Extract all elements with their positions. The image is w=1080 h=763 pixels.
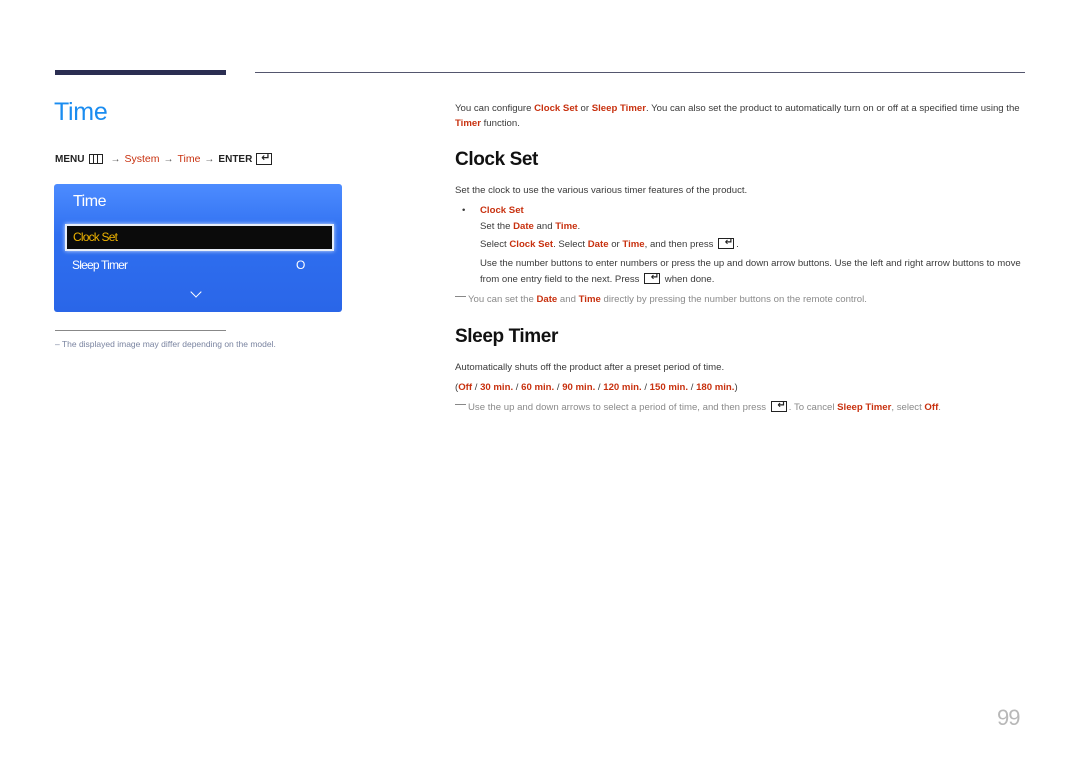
option: 120 min. xyxy=(603,382,642,393)
keyword: Clock Set xyxy=(509,239,554,250)
keyword: Date xyxy=(536,294,558,305)
enter-label: ENTER xyxy=(218,153,253,165)
enter-icon xyxy=(770,398,787,413)
keyword: Time xyxy=(578,294,601,305)
note-dash-icon xyxy=(455,404,466,405)
text: and xyxy=(557,294,579,305)
clock-set-line-3: Use the number buttons to enter numbers … xyxy=(480,256,1030,287)
sleep-timer-options: (Off / 30 min. / 60 min. / 90 min. / 120… xyxy=(455,382,738,393)
keyword: Date xyxy=(587,239,609,250)
menu-path-time: Time xyxy=(177,153,201,165)
keyword: Time xyxy=(555,221,578,232)
menu-path-breadcrumb: MENU → System → Time → ENTER ↵ xyxy=(55,152,273,165)
keyword: Date xyxy=(513,221,534,232)
osd-title: Time xyxy=(73,193,106,210)
image-disclaimer-note: – The displayed image may differ dependi… xyxy=(55,339,276,349)
osd-item-clock-set[interactable]: Clock Set xyxy=(65,224,334,251)
option: 180 min. xyxy=(696,382,735,393)
osd-time-menu: Time Clock Set Sleep Timer O xyxy=(54,184,342,312)
text: Use the number buttons to enter numbers … xyxy=(480,258,1021,285)
keyword: Sleep Timer xyxy=(837,402,892,413)
option: 150 min. xyxy=(649,382,689,393)
text: , and then press xyxy=(644,239,717,250)
header-rule-thin xyxy=(255,72,1025,73)
arrow-icon: → xyxy=(110,153,121,165)
option: 30 min. xyxy=(480,382,514,393)
clock-set-description: Set the clock to use the various various… xyxy=(455,185,748,196)
bullet-title: Clock Set xyxy=(480,205,524,216)
text: Use the up and down arrows to select a p… xyxy=(468,402,769,413)
text: . xyxy=(736,239,739,250)
enter-icon xyxy=(644,270,661,285)
text: You can set the xyxy=(468,294,537,305)
arrow-icon: → xyxy=(163,153,174,165)
text: Set the xyxy=(480,221,514,232)
menu-icon xyxy=(89,154,104,164)
text: . You can also set the product to automa… xyxy=(645,103,1020,114)
keyword: Time xyxy=(622,239,645,250)
text: and xyxy=(533,221,556,232)
text: or xyxy=(577,103,592,114)
clock-set-line-2: Select Clock Set. Select Date or Time, a… xyxy=(480,235,1030,252)
option: Off xyxy=(458,382,473,393)
clock-set-line-1: Set the Date and Time. xyxy=(480,219,1030,234)
text: . xyxy=(938,402,941,413)
note-divider xyxy=(55,330,226,331)
page-number: 99 xyxy=(997,705,1021,730)
sleep-timer-heading: Sleep Timer xyxy=(455,326,558,347)
page-title: Time xyxy=(54,98,108,126)
osd-item-label: Clock Set xyxy=(73,230,118,244)
option: 60 min. xyxy=(521,382,555,393)
bullet-icon: • xyxy=(462,205,466,216)
note-dash-icon xyxy=(455,296,466,297)
sleep-timer-description: Automatically shuts off the product afte… xyxy=(455,362,725,373)
text: Select xyxy=(480,239,510,250)
arrow-icon: → xyxy=(204,153,215,165)
text: directly by pressing the number buttons … xyxy=(600,294,867,305)
chevron-down-icon[interactable] xyxy=(190,286,202,298)
keyword: Clock Set xyxy=(534,103,578,114)
enter-icon xyxy=(718,235,735,250)
text: . Select xyxy=(553,239,588,250)
text: . xyxy=(577,221,581,232)
text: . To cancel xyxy=(788,402,838,413)
clock-set-note: You can set the Date and Time directly b… xyxy=(455,292,1030,307)
keyword: Off xyxy=(924,402,939,413)
clock-set-heading: Clock Set xyxy=(455,149,538,170)
text: when done. xyxy=(662,273,715,285)
option: 90 min. xyxy=(562,382,596,393)
enter-icon: ↵ xyxy=(256,152,273,165)
osd-item-value: O xyxy=(296,258,306,272)
text: , select xyxy=(891,402,925,413)
intro-paragraph: You can configure Clock Set or Sleep Tim… xyxy=(455,101,1030,131)
menu-path-system: System xyxy=(124,153,160,165)
keyword: Sleep Timer xyxy=(591,103,646,114)
menu-label: MENU xyxy=(55,153,85,165)
osd-item-sleep-timer[interactable]: Sleep Timer xyxy=(72,258,128,272)
text: or xyxy=(608,239,623,250)
text: function. xyxy=(480,118,520,129)
text: You can configure xyxy=(455,103,535,114)
sleep-timer-note: Use the up and down arrows to select a p… xyxy=(455,398,1030,415)
keyword: Timer xyxy=(455,118,481,129)
header-rule-thick xyxy=(55,70,226,75)
